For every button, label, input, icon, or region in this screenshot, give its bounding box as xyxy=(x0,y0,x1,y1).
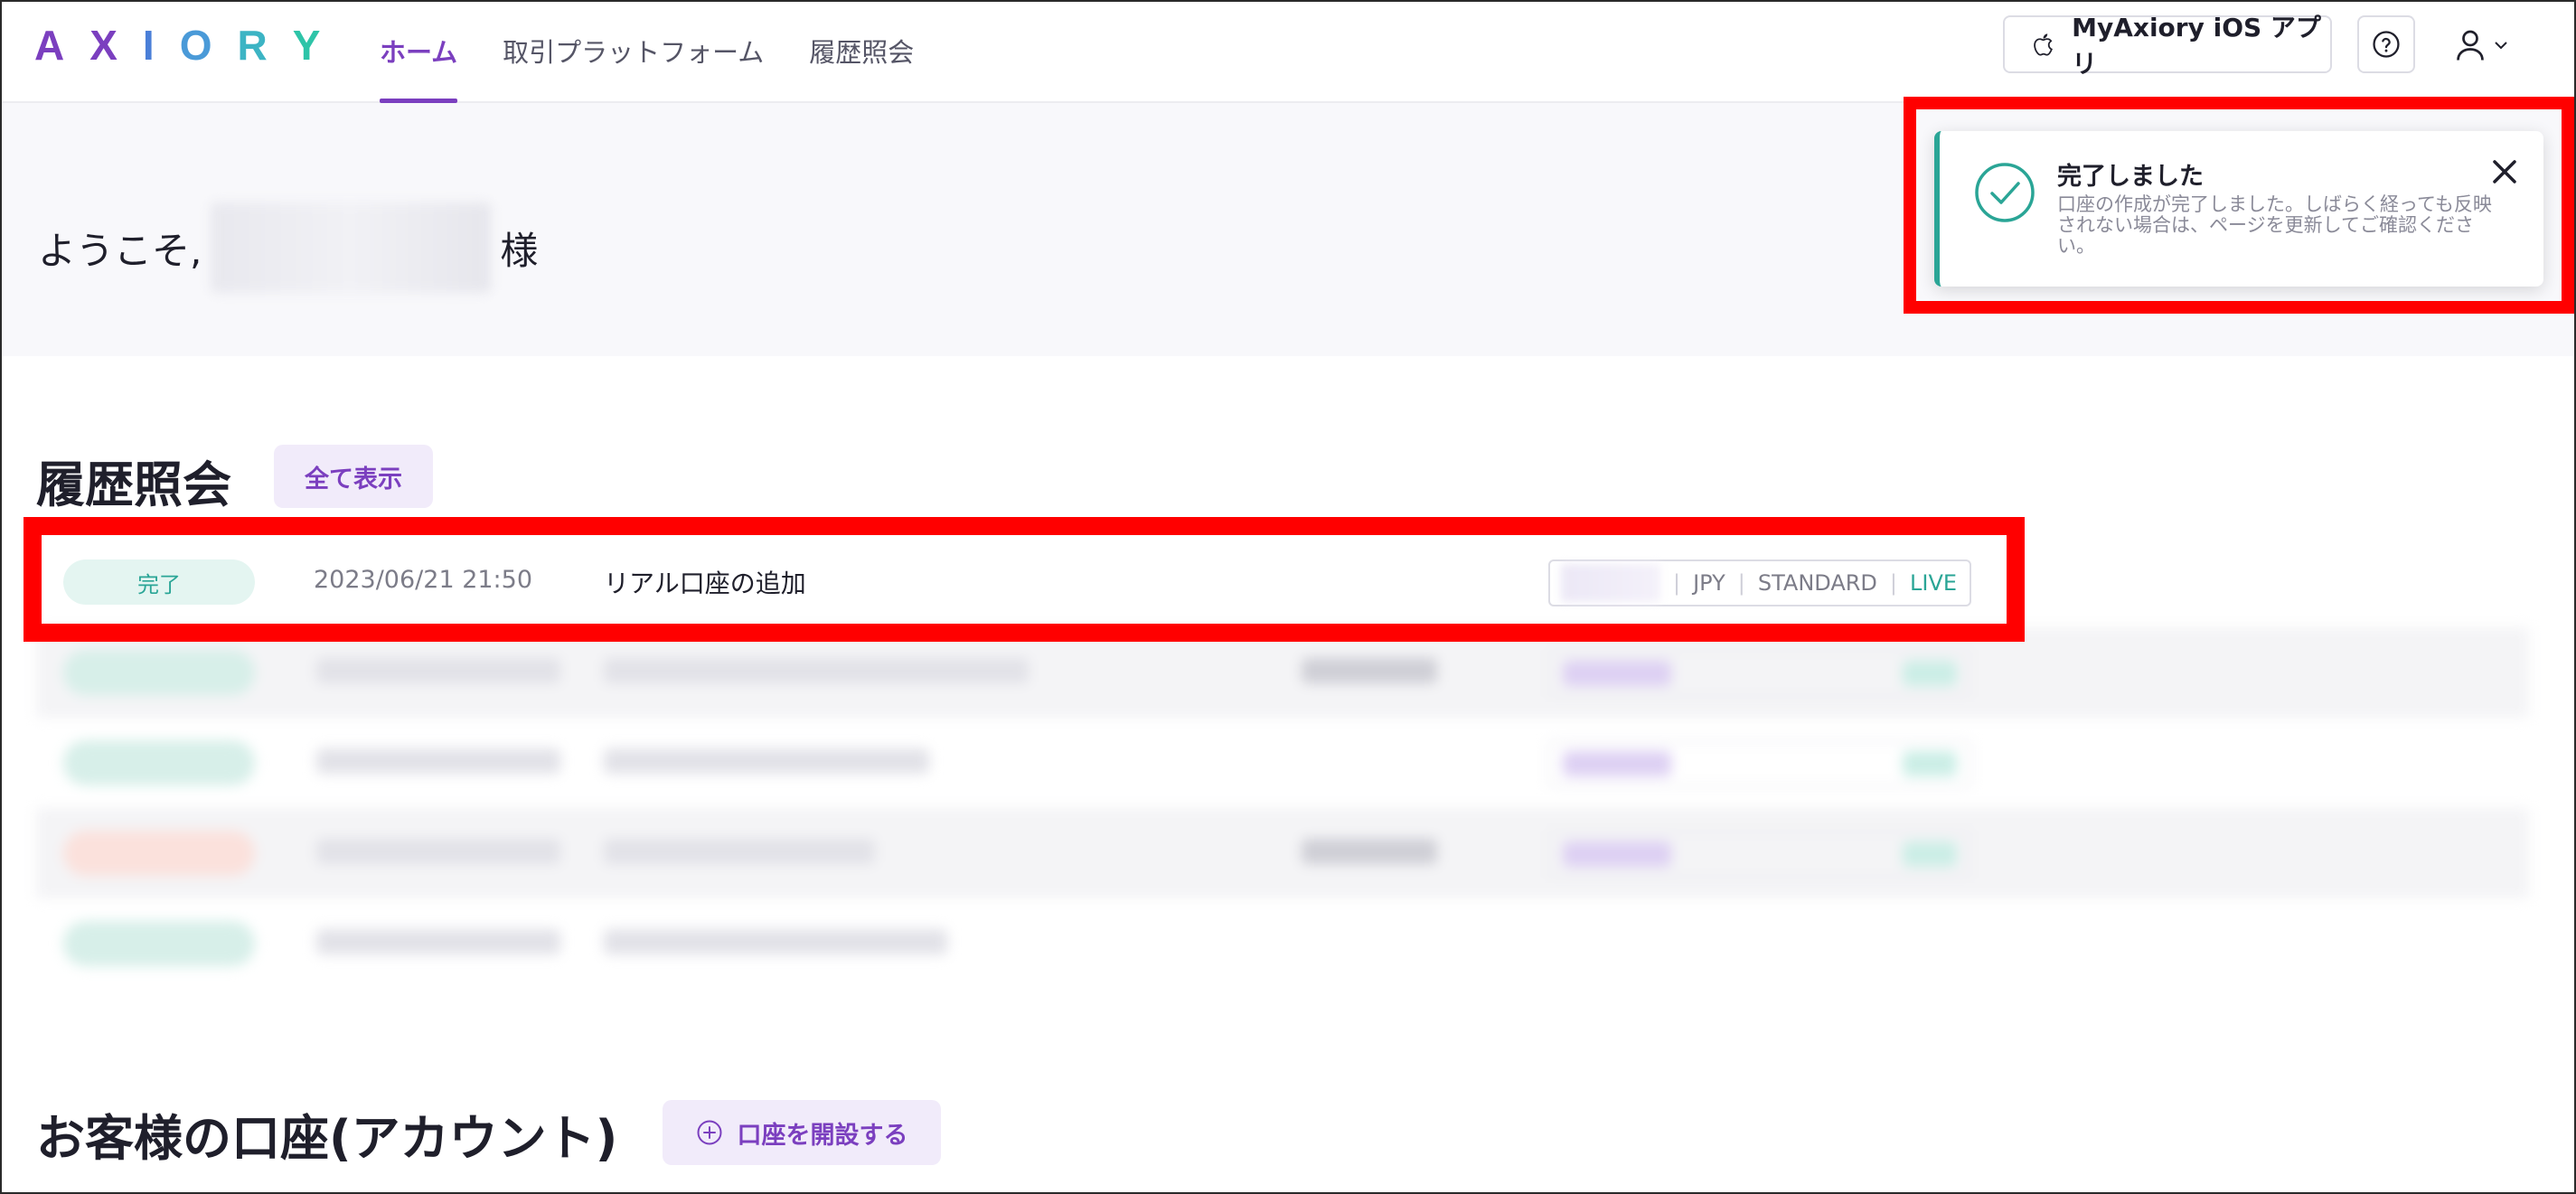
blurred-history-row xyxy=(36,718,2529,808)
user-icon xyxy=(2457,30,2484,61)
blurred-text xyxy=(1302,658,1437,683)
history-section-title: 履歴照会 xyxy=(36,456,231,513)
logo-letter: X xyxy=(89,22,143,69)
blurred-text xyxy=(604,839,875,864)
welcome-prefix: ようこそ, xyxy=(38,228,202,273)
blurred-account-chip xyxy=(1548,740,1971,787)
blurred-text xyxy=(1302,839,1437,864)
open-account-label: 口座を開設する xyxy=(737,1121,908,1150)
apple-icon xyxy=(2034,33,2053,56)
nav-trading-platform[interactable]: 取引プラットフォーム xyxy=(503,0,764,101)
logo-letter: A xyxy=(34,22,90,69)
ios-app-label: MyAxiory iOS アプリ xyxy=(2072,13,2321,79)
top-header: AXIORY ホーム 取引プラットフォーム 履歴照会 MyAxiory iOS … xyxy=(0,0,2576,103)
blurred-account-chip xyxy=(1548,831,1971,878)
logo-letter: O xyxy=(179,22,238,69)
blurred-badge xyxy=(63,831,255,876)
nav-home[interactable]: ホーム xyxy=(380,0,458,103)
main-nav: ホーム 取引プラットフォーム 履歴照会 xyxy=(380,0,959,103)
blurred-history-row xyxy=(36,898,2529,989)
blurred-history-row xyxy=(36,808,2529,898)
blurred-text xyxy=(316,658,560,683)
blurred-text xyxy=(316,748,560,774)
blurred-text xyxy=(316,839,560,864)
show-all-button[interactable]: 全て表示 xyxy=(274,445,433,508)
help-button[interactable] xyxy=(2357,15,2415,73)
question-circle-icon xyxy=(2373,31,2400,58)
blurred-user-name xyxy=(211,202,492,293)
blurred-badge xyxy=(63,650,255,695)
plus-circle-icon xyxy=(697,1120,721,1145)
nav-history[interactable]: 履歴照会 xyxy=(809,0,914,101)
logo-letter: R xyxy=(237,22,293,69)
logo-letter: Y xyxy=(292,22,346,69)
blurred-badge xyxy=(63,921,255,966)
blurred-account-chip xyxy=(1548,650,1971,697)
row-highlight-box xyxy=(24,517,2025,642)
blurred-text xyxy=(604,748,929,774)
logo-letter: I xyxy=(142,22,180,69)
user-menu-button[interactable] xyxy=(2446,20,2518,71)
open-account-button[interactable]: 口座を開設する xyxy=(663,1100,941,1165)
chevron-down-icon xyxy=(2495,42,2507,50)
blurred-text xyxy=(604,658,1029,683)
blurred-text xyxy=(604,929,947,954)
blurred-text xyxy=(316,929,560,954)
welcome-message: ようこそ, 様 xyxy=(38,202,538,293)
blurred-badge xyxy=(63,740,255,785)
axiory-logo[interactable]: AXIORY xyxy=(34,20,345,71)
toast-highlight-box xyxy=(1904,97,2574,314)
accounts-section-title: お客様の口座(アカウント) xyxy=(36,1110,618,1167)
welcome-suffix: 様 xyxy=(500,228,539,273)
myaxiory-ios-app-button[interactable]: MyAxiory iOS アプリ xyxy=(2003,13,2332,79)
